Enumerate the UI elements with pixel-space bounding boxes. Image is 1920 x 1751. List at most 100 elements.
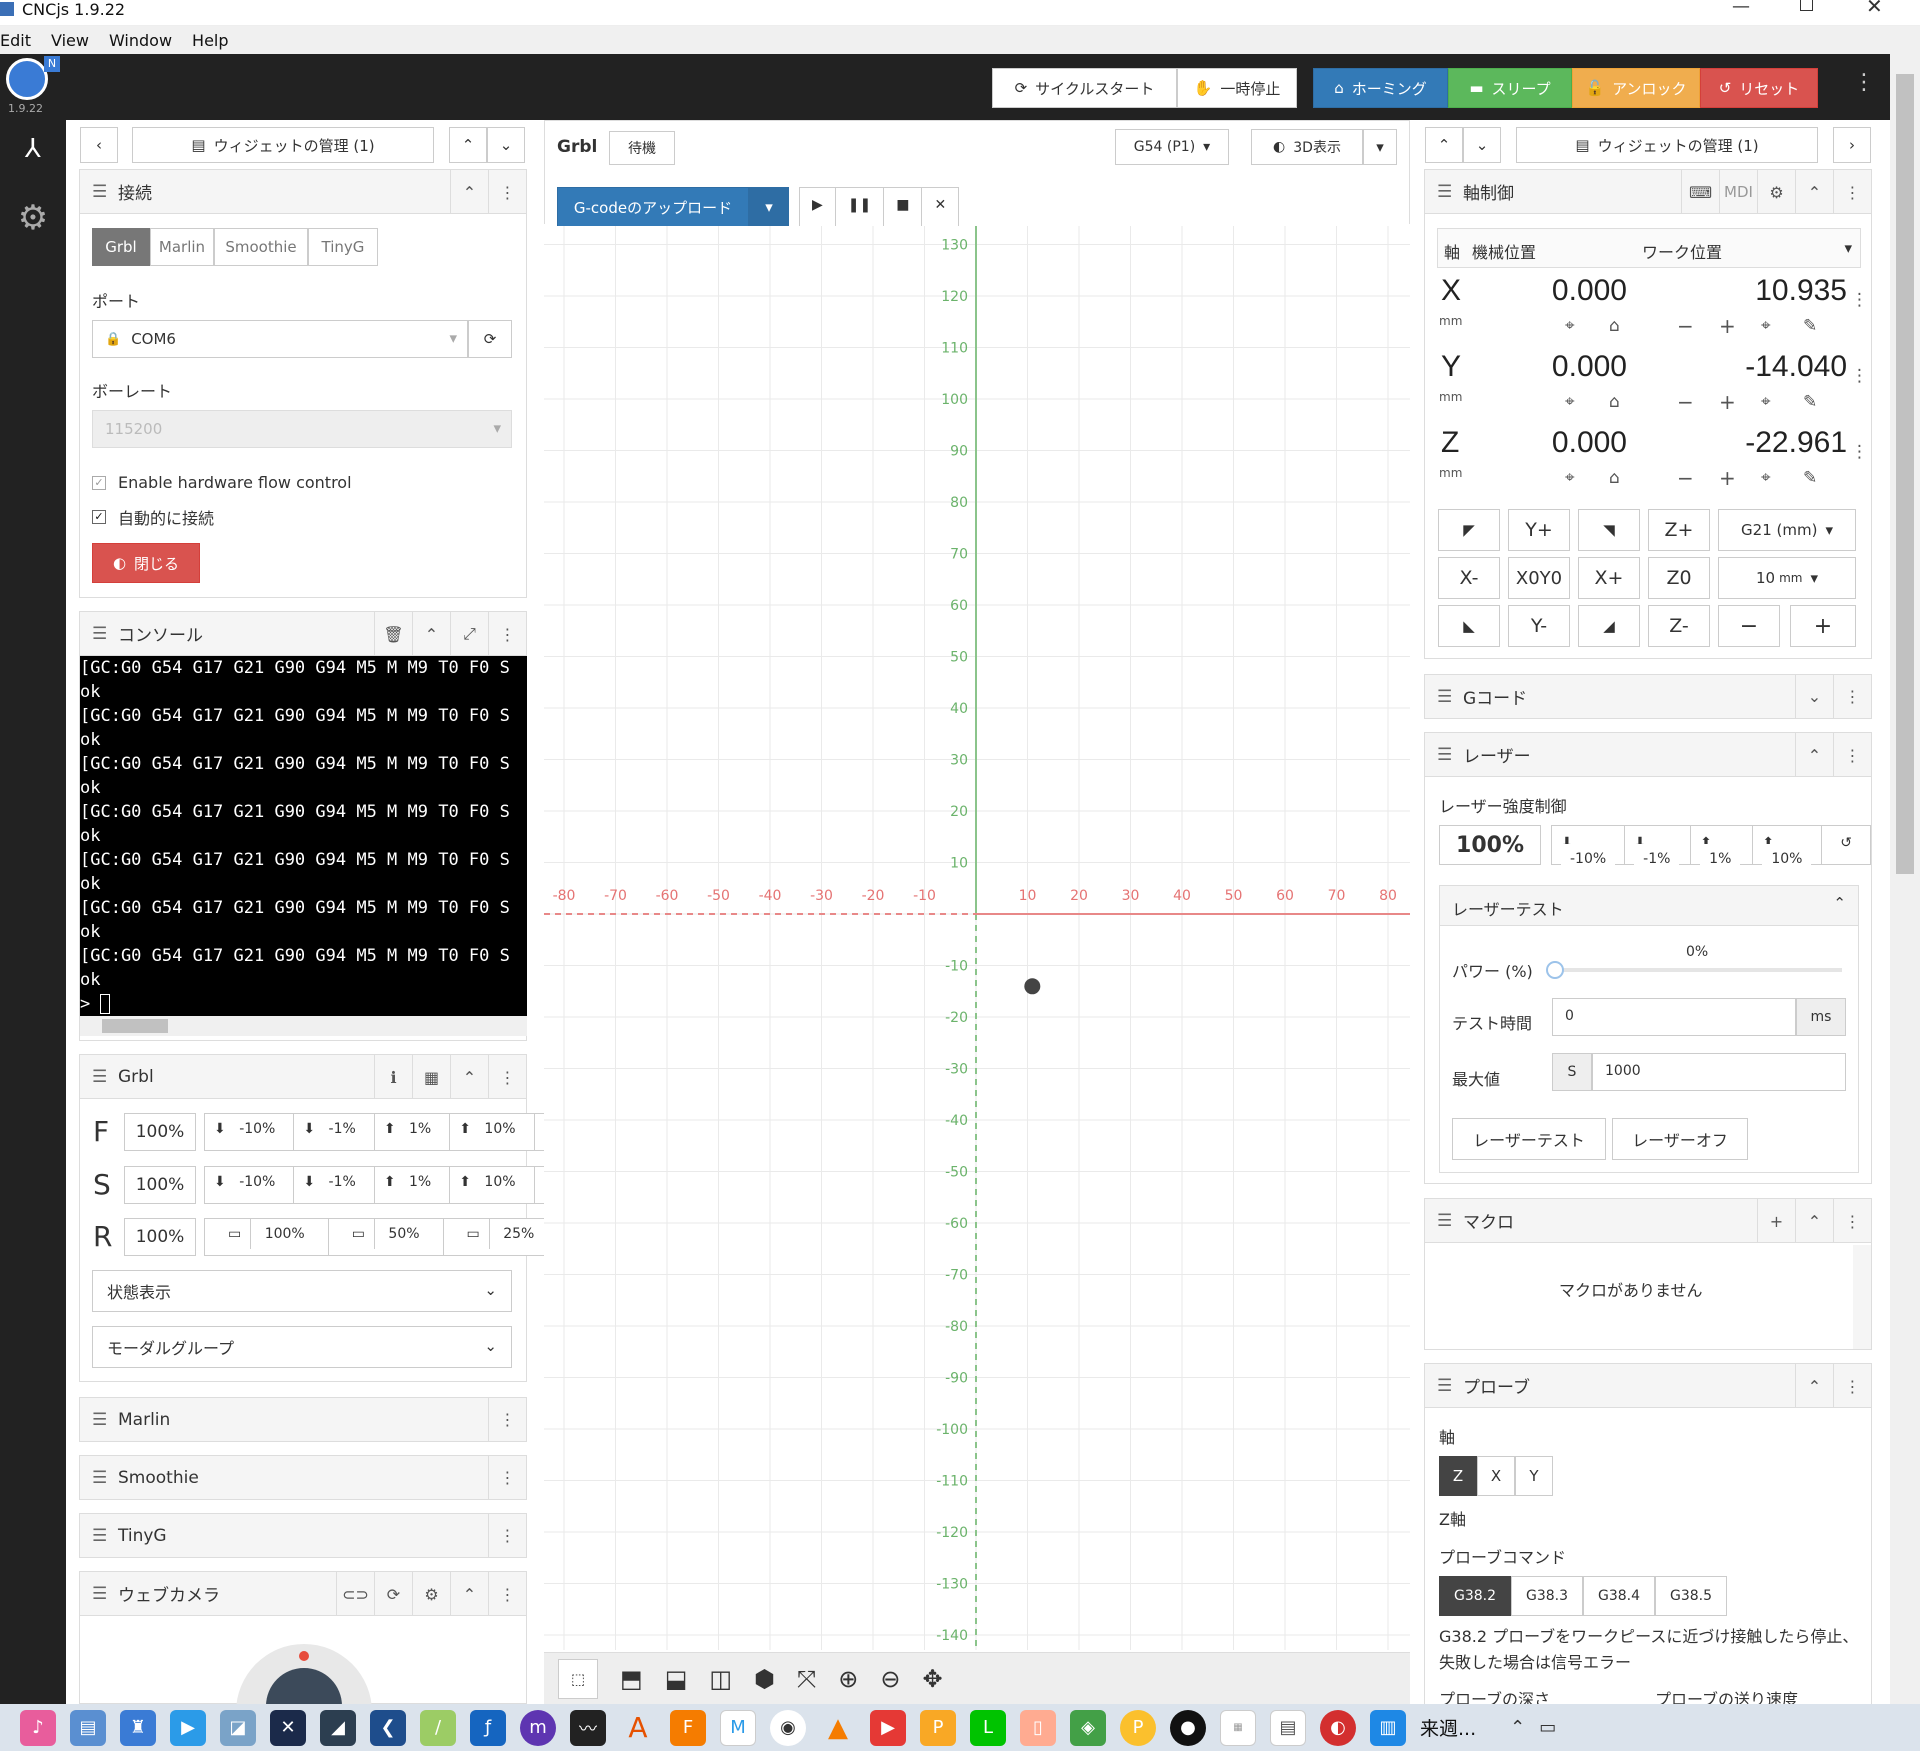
- window-scrollbar[interactable]: [1890, 54, 1920, 1704]
- collapse-left-button[interactable]: ‹: [80, 127, 118, 163]
- scroll-up-left-button[interactable]: ⌃: [449, 127, 487, 163]
- app-icon-14[interactable]: M: [720, 1709, 756, 1746]
- expand-icon[interactable]: ⤢: [450, 612, 488, 656]
- keyboard-icon[interactable]: ⌨: [1681, 170, 1719, 214]
- sleep-button[interactable]: ▬ スリープ: [1448, 68, 1572, 108]
- feed-minus-1-button[interactable]: ⬇ -1%: [294, 1114, 375, 1150]
- laser-plus-1-button[interactable]: ⬆ 1%: [1691, 826, 1754, 874]
- taskbar-notification[interactable]: 来週...: [1420, 1714, 1476, 1741]
- home-icon[interactable]: ⌂: [1609, 316, 1620, 336]
- chevron-up-icon[interactable]: ⌃: [412, 612, 450, 656]
- set-zero-icon[interactable]: ⌖: [1761, 468, 1771, 488]
- refresh-ports-button[interactable]: ⟳: [468, 320, 512, 358]
- plus-icon[interactable]: +: [1719, 466, 1736, 490]
- macro-scrollbar[interactable]: [1853, 1245, 1871, 1349]
- app-icon-6[interactable]: ◢: [320, 1709, 356, 1746]
- more-vertical-icon[interactable]: ⋮: [1833, 733, 1871, 777]
- set-zero-icon[interactable]: ⌖: [1761, 316, 1771, 336]
- more-vertical-icon[interactable]: ⋮: [1853, 70, 1875, 95]
- menu-help[interactable]: Help: [182, 31, 238, 50]
- test-time-input[interactable]: 0: [1552, 998, 1796, 1036]
- menu-view[interactable]: View: [41, 31, 99, 50]
- manage-widgets-right-button[interactable]: ▤ ウィジェットの管理 (1): [1516, 127, 1818, 163]
- plus-icon[interactable]: +: [1719, 314, 1736, 338]
- more-vertical-icon[interactable]: ⋮: [1851, 366, 1868, 386]
- app-icon-13[interactable]: F: [670, 1709, 706, 1746]
- chevron-up-icon[interactable]: ⌃: [1510, 1717, 1525, 1738]
- app-icon-12[interactable]: A: [620, 1710, 656, 1746]
- feed-minus-10-button[interactable]: ⬇ -10%: [205, 1114, 295, 1150]
- status-display-toggle[interactable]: 状態表示 ⌄: [92, 1270, 512, 1312]
- app-icon-15[interactable]: ◉: [770, 1709, 806, 1746]
- go-x0y0-button[interactable]: X0Y0: [1508, 557, 1570, 599]
- view-3d-toggle[interactable]: ◐ 3D表示: [1251, 129, 1363, 165]
- app-icon-10[interactable]: m: [520, 1709, 556, 1746]
- chevron-up-icon[interactable]: ⌃: [1795, 170, 1833, 214]
- port-select[interactable]: 🔒 COM6 ▾: [92, 320, 468, 358]
- stop-icon[interactable]: ■: [884, 188, 923, 226]
- edit-icon[interactable]: ✎: [1803, 468, 1817, 488]
- console-cursor[interactable]: [100, 994, 111, 1014]
- app-icon-17[interactable]: ▯: [1020, 1709, 1056, 1746]
- jog-yplus-button[interactable]: Y+: [1508, 509, 1570, 551]
- minus-icon[interactable]: −: [1677, 390, 1694, 414]
- record-icon[interactable]: ●: [1170, 1709, 1206, 1746]
- home-icon[interactable]: ⌂: [1609, 468, 1620, 488]
- cncjs-taskbar-icon[interactable]: ♜: [120, 1709, 156, 1746]
- toggle-icon[interactable]: ⊂⊃: [336, 1572, 374, 1616]
- more-vertical-icon[interactable]: ⋮: [488, 170, 526, 214]
- more-vertical-icon[interactable]: ⋮: [488, 1572, 526, 1616]
- app-icon-4[interactable]: ◪: [220, 1709, 256, 1746]
- app-icon-1[interactable]: ♪: [20, 1709, 56, 1746]
- minus-icon[interactable]: −: [1677, 466, 1694, 490]
- feed-plus-1-button[interactable]: ⬆ 1%: [374, 1114, 451, 1150]
- app-icon-3[interactable]: ▶: [170, 1709, 206, 1746]
- feed-plus-10-button[interactable]: ⬆ 10%: [450, 1114, 535, 1150]
- edit-icon[interactable]: ✎: [1803, 392, 1817, 412]
- visualizer-canvas[interactable]: -80 -70 -60 -50 -40 -30 -20 -10 10 20 30 40 50 60 70 80…: [544, 226, 1410, 1650]
- console-scrollbar[interactable]: [80, 1016, 527, 1036]
- step-increase-button[interactable]: +: [1790, 605, 1856, 647]
- app-icon-21[interactable]: ▤: [1270, 1709, 1306, 1746]
- plus-icon[interactable]: +: [1719, 390, 1736, 414]
- laser-reset-button[interactable]: ↺: [1822, 826, 1870, 864]
- probe-axis-x[interactable]: X: [1477, 1456, 1515, 1496]
- chevron-up-icon[interactable]: ⌃: [450, 1572, 488, 1616]
- wcs-dropdown[interactable]: G54 (P1) ▾: [1115, 129, 1229, 165]
- unlock-button[interactable]: 🔓 アンロック: [1572, 68, 1700, 108]
- chevron-up-icon[interactable]: ⌃: [450, 1055, 488, 1099]
- plus-icon[interactable]: +: [1757, 1199, 1795, 1243]
- power-slider-track[interactable]: [1552, 968, 1842, 972]
- trash-icon[interactable]: 🗑: [374, 612, 412, 656]
- jog-zminus-button[interactable]: Z-: [1648, 605, 1710, 647]
- line-icon[interactable]: L: [970, 1709, 1006, 1746]
- view-left-icon[interactable]: ⬢: [754, 1665, 775, 1693]
- tab-tinyg[interactable]: TinyG: [308, 228, 378, 266]
- manage-widgets-left-button[interactable]: ▤ ウィジェットの管理 (1): [132, 127, 434, 163]
- flow-control-checkbox[interactable]: ✓: [92, 475, 106, 490]
- scroll-up-right-button[interactable]: ⌃: [1425, 127, 1463, 163]
- menu-window[interactable]: Window: [99, 31, 182, 50]
- app-icon-8[interactable]: /: [420, 1709, 456, 1746]
- youtube-icon[interactable]: ▶: [870, 1709, 906, 1746]
- scroll-down-left-button[interactable]: ⌄: [487, 127, 525, 163]
- network-icon[interactable]: ▭: [1539, 1717, 1556, 1738]
- power-slider-thumb[interactable]: [1546, 961, 1564, 979]
- app-icon-23[interactable]: ▥: [1370, 1709, 1406, 1746]
- pan-icon[interactable]: ✥: [922, 1665, 942, 1693]
- more-vertical-icon[interactable]: ⋮: [488, 1456, 526, 1499]
- app-icon-18[interactable]: ◈: [1070, 1709, 1106, 1746]
- view-3d-dropdown[interactable]: ▾: [1363, 129, 1397, 165]
- view-top-icon[interactable]: ⬒: [620, 1665, 643, 1693]
- probe-axis-z[interactable]: Z: [1439, 1456, 1477, 1496]
- view-front-icon[interactable]: ⬓: [665, 1665, 688, 1693]
- rapid-25-button[interactable]: ▭ 25%: [443, 1219, 558, 1255]
- app-icon-19[interactable]: P: [1120, 1709, 1156, 1746]
- info-icon[interactable]: ℹ: [374, 1055, 412, 1099]
- probe-cmd-g382[interactable]: G38.2: [1439, 1576, 1511, 1616]
- laser-off-button[interactable]: レーザーオフ: [1612, 1118, 1748, 1160]
- cycle-start-button[interactable]: ⟳ サイクルスタート: [992, 68, 1177, 108]
- probe-cmd-g385[interactable]: G38.5: [1655, 1576, 1727, 1616]
- console-output[interactable]: [GC:G0 G54 G17 G21 G90 G94 M5 M M9 T0 F0…: [80, 656, 527, 1016]
- minus-icon[interactable]: −: [1677, 314, 1694, 338]
